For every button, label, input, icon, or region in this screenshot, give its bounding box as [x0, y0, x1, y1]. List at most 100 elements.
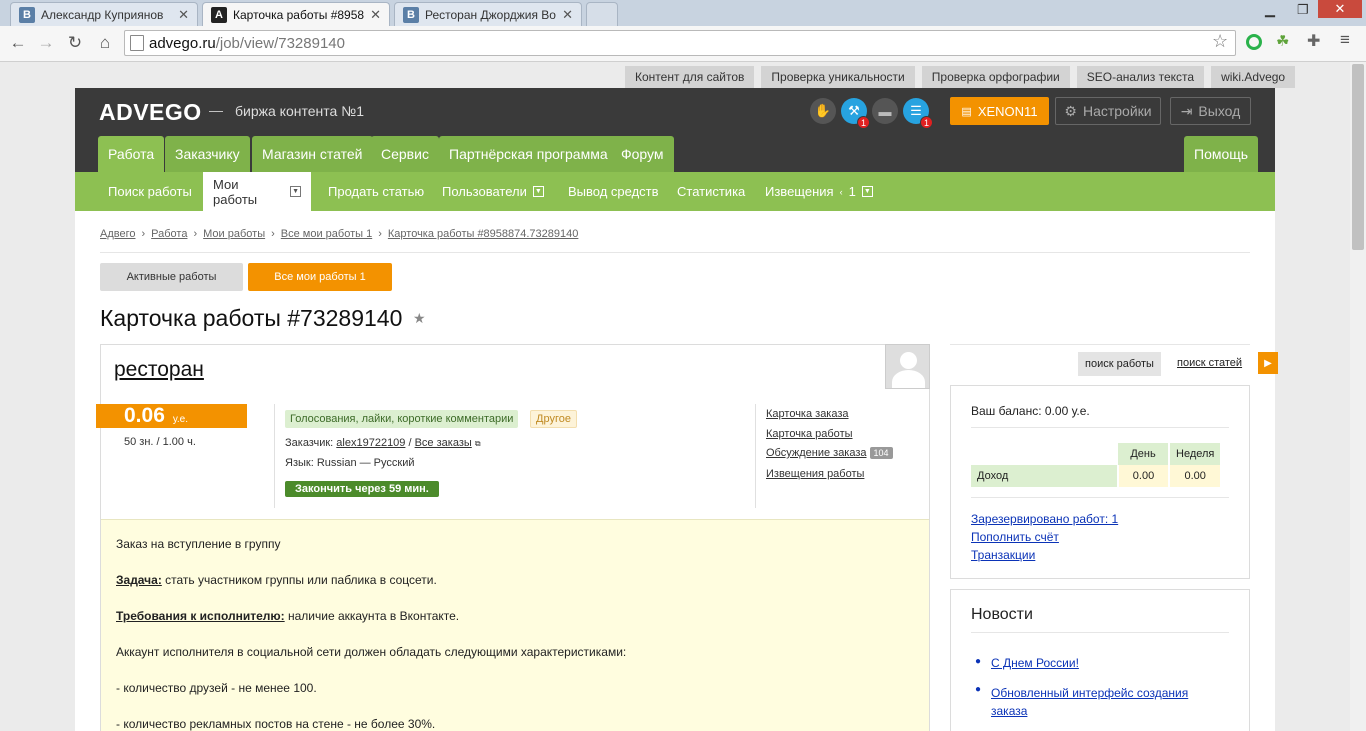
- transactions-link[interactable]: Транзакции: [971, 548, 1035, 562]
- close-icon[interactable]: ✕: [562, 7, 573, 23]
- topup-link[interactable]: Пополнить счёт: [971, 530, 1059, 544]
- link-discussion[interactable]: Обсуждение заказа: [766, 447, 867, 459]
- browser-tab[interactable]: В Александр Куприянов ✕: [10, 2, 198, 26]
- tab-partner[interactable]: Партнёрская программа: [439, 136, 618, 172]
- bullet-icon: ●: [975, 684, 982, 695]
- page-title: Карточка работы #73289140: [100, 305, 403, 331]
- home-icon[interactable]: ⌂: [93, 31, 117, 55]
- filter-all-works[interactable]: Все мои работы 1: [248, 263, 392, 291]
- search-work-button[interactable]: поиск работы: [1078, 352, 1161, 376]
- browser-tab[interactable]: В Ресторан Джорджия Вояж ✕: [394, 2, 582, 26]
- subnav-label: Статистика: [677, 184, 746, 199]
- subnav-label: Мои работы: [213, 176, 258, 207]
- subnav-my-works[interactable]: Мои работы ▼: [203, 172, 311, 211]
- toplink-content[interactable]: Контент для сайтов: [625, 66, 755, 88]
- breadcrumb-link[interactable]: Мои работы: [203, 228, 265, 240]
- search-articles-link[interactable]: поиск статей: [1177, 357, 1242, 369]
- close-icon[interactable]: ✕: [370, 7, 381, 23]
- income-day: 0.00: [1117, 465, 1169, 487]
- subnav-withdraw[interactable]: Вывод средств: [568, 172, 659, 211]
- extension-icon[interactable]: [1246, 34, 1262, 50]
- tab-work[interactable]: Работа: [98, 136, 165, 172]
- subnav-find-work[interactable]: Поиск работы: [108, 172, 192, 211]
- job-price: 0.06 у.е.: [96, 404, 247, 428]
- tab-title: Карточка работы #8958874.73289140: [233, 7, 365, 22]
- divider: [274, 404, 275, 508]
- req-label: Требования к исполнителю:: [116, 609, 285, 623]
- subnav-sell-article[interactable]: Продать статью: [328, 172, 424, 211]
- task-text: стать участником группы или паблика в со…: [161, 573, 437, 587]
- puzzle-icon[interactable]: ✚: [1307, 31, 1320, 51]
- bell-icon: ‹: [839, 186, 843, 197]
- description-line: - количество рекламных постов на стене -…: [116, 717, 436, 731]
- site-slogan: биржа контента №1: [235, 103, 364, 119]
- toplink-seo[interactable]: SEO-анализ текста: [1076, 66, 1205, 88]
- toplink-spelling[interactable]: Проверка орфографии: [921, 66, 1070, 88]
- news-item[interactable]: Обновленный интерфейс создания заказа: [991, 684, 1211, 720]
- income-label: Доход: [971, 465, 1118, 487]
- price-value: 0.06: [124, 404, 165, 427]
- new-tab-button[interactable]: [586, 2, 618, 26]
- site-logo[interactable]: ADVEGO: [99, 99, 202, 126]
- breadcrumb-link[interactable]: Карточка работы #8958874.73289140: [388, 228, 579, 240]
- hand-icon[interactable]: ✋: [810, 98, 836, 124]
- tab-service[interactable]: Сервис: [371, 136, 439, 172]
- link-order-card[interactable]: Карточка заказа: [766, 408, 849, 420]
- job-title[interactable]: ресторан: [114, 358, 204, 382]
- reload-icon[interactable]: ↻: [63, 31, 87, 55]
- breadcrumb-link[interactable]: Все мои работы 1: [281, 228, 372, 240]
- browser-tab-active[interactable]: A Карточка работы #8958874.73289140 ✕: [202, 2, 390, 26]
- customer-line: Заказчик: alex19722109 / Все заказы ⧉: [285, 437, 481, 449]
- chevron-down-icon[interactable]: ▼: [861, 186, 873, 197]
- link-discussion-row: Обсуждение заказа 104: [766, 447, 893, 459]
- bookmark-star-icon[interactable]: ☆: [1212, 31, 1228, 52]
- link-work-notifications[interactable]: Извещения работы: [766, 468, 864, 480]
- subnav-notifications[interactable]: Извещения ‹ 1 ▼: [765, 172, 873, 211]
- breadcrumb-link[interactable]: Работа: [151, 228, 187, 240]
- customer-link[interactable]: alex19722109: [336, 437, 405, 449]
- menu-icon[interactable]: ≡: [1340, 30, 1350, 50]
- tab-customer[interactable]: Заказчику: [165, 136, 250, 172]
- task-label: Задача:: [116, 573, 162, 587]
- close-icon[interactable]: ✕: [178, 7, 189, 23]
- all-orders-link[interactable]: Все заказы: [415, 437, 472, 449]
- logout-button[interactable]: ⇥ Выход: [1170, 97, 1251, 125]
- tab-help[interactable]: Помощь: [1184, 136, 1259, 172]
- category-tag[interactable]: Голосования, лайки, короткие комментарии: [285, 410, 519, 428]
- link-work-card[interactable]: Карточка работы: [766, 428, 853, 440]
- tab-article-shop[interactable]: Магазин статей: [252, 136, 373, 172]
- avatar[interactable]: [885, 344, 930, 389]
- subnav-label: Поиск работы: [108, 184, 192, 199]
- subnav-users[interactable]: Пользователи ▼: [442, 172, 544, 211]
- user-button[interactable]: ▤ XENON11: [950, 97, 1049, 125]
- favorite-star-icon[interactable]: ★: [413, 310, 426, 327]
- subnav-stats[interactable]: Статистика: [677, 172, 745, 211]
- toplink-uniqueness[interactable]: Проверка уникальности: [761, 66, 915, 88]
- filter-active-works[interactable]: Активные работы: [100, 263, 243, 291]
- toplink-wiki[interactable]: wiki.Advego: [1211, 66, 1296, 88]
- divider: [950, 344, 1250, 345]
- folder-icon[interactable]: ▬: [872, 98, 898, 124]
- tab-title: Александр Куприянов: [41, 7, 164, 22]
- avatar-body: [892, 370, 925, 388]
- address-bar[interactable]: advego.ru/job/view/73289140: [124, 30, 1236, 56]
- minimize-icon[interactable]: ▁: [1265, 2, 1275, 18]
- divider: [971, 632, 1229, 633]
- avatar-head: [900, 352, 917, 369]
- back-icon[interactable]: ←: [6, 31, 30, 55]
- tab-forum[interactable]: Форум: [611, 136, 674, 172]
- extension-icon[interactable]: ☘: [1276, 32, 1289, 50]
- news-item[interactable]: С Днем России!: [991, 656, 1079, 670]
- scrollbar-thumb[interactable]: [1352, 64, 1364, 250]
- category-tag-other[interactable]: Другое: [530, 410, 577, 428]
- chevron-down-icon[interactable]: ▼: [532, 186, 544, 197]
- close-window-icon[interactable]: ✕: [1318, 0, 1362, 18]
- reserved-works-link[interactable]: Зарезервировано работ: 1: [971, 512, 1118, 526]
- forward-icon[interactable]: →: [34, 31, 58, 55]
- gear-icon: ⚙: [1064, 102, 1077, 119]
- chevron-down-icon[interactable]: ▼: [290, 186, 301, 197]
- breadcrumb-link[interactable]: Адвего: [100, 228, 135, 240]
- sidebar-toggle-icon[interactable]: ▶: [1258, 352, 1278, 374]
- maximize-icon[interactable]: ❐: [1297, 2, 1309, 18]
- settings-button[interactable]: ⚙ Настройки: [1055, 97, 1161, 125]
